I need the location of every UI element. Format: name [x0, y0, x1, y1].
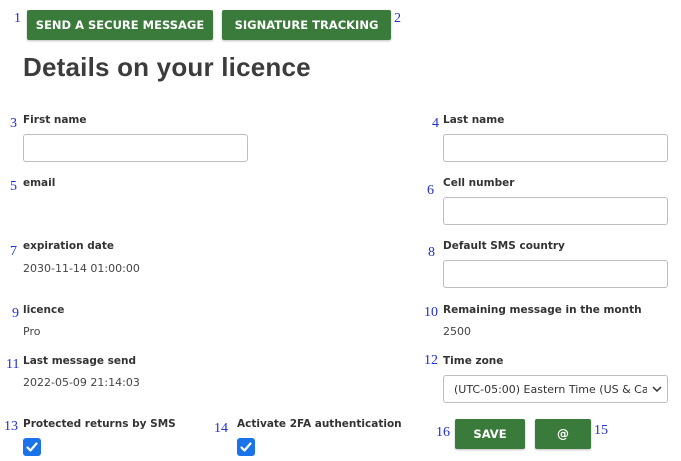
page-title: Details on your licence — [23, 52, 311, 82]
remaining-messages-label: Remaining message in the month — [443, 304, 642, 316]
last-message-send-label: Last message send — [23, 355, 137, 367]
remaining-messages-value: 2500 — [443, 325, 471, 338]
licence-label: licence — [23, 304, 65, 316]
chevron-down-icon — [647, 376, 667, 402]
marker-3: 3 — [10, 116, 17, 131]
activate-2fa-label: Activate 2FA authentication — [237, 418, 402, 430]
expiration-date-label: expiration date — [23, 240, 114, 252]
protected-returns-label: Protected returns by SMS — [23, 418, 176, 430]
at-button[interactable]: @ — [535, 419, 591, 449]
checkmark-icon — [26, 442, 38, 452]
first-name-label: First name — [23, 114, 87, 126]
protected-returns-checkbox[interactable] — [23, 438, 41, 456]
marker-7: 7 — [10, 244, 17, 259]
signature-tracking-button[interactable]: SIGNATURE TRACKING — [222, 10, 391, 40]
checkmark-icon — [240, 442, 252, 452]
marker-14: 14 — [214, 421, 228, 436]
last-message-send-value: 2022-05-09 21:14:03 — [23, 376, 140, 389]
marker-4: 4 — [432, 116, 439, 131]
time-zone-select[interactable]: (UTC-05:00) Eastern Time (US & Canada) — [443, 375, 668, 403]
default-sms-country-label: Default SMS country — [443, 240, 565, 252]
send-secure-message-button[interactable]: SEND A SECURE MESSAGE — [27, 10, 213, 40]
cell-number-label: Cell number — [443, 177, 515, 189]
marker-5: 5 — [10, 179, 17, 194]
marker-13: 13 — [4, 419, 18, 434]
marker-9: 9 — [12, 306, 19, 321]
activate-2fa-checkbox[interactable] — [237, 438, 255, 456]
cell-number-field[interactable] — [443, 197, 668, 225]
marker-2: 2 — [394, 11, 401, 26]
marker-16: 16 — [436, 425, 450, 440]
marker-8: 8 — [428, 245, 435, 260]
licence-value: Pro — [23, 325, 41, 338]
first-name-field[interactable] — [23, 134, 248, 162]
email-label: email — [23, 177, 56, 189]
time-zone-label: Time zone — [443, 355, 504, 367]
marker-10: 10 — [424, 305, 438, 320]
default-sms-country-field[interactable] — [443, 260, 668, 288]
last-name-field[interactable] — [443, 134, 668, 162]
expiration-date-value: 2030-11-14 01:00:00 — [23, 262, 140, 275]
last-name-label: Last name — [443, 114, 505, 126]
marker-6: 6 — [427, 183, 434, 198]
marker-11: 11 — [6, 357, 20, 372]
save-button[interactable]: SAVE — [455, 419, 525, 449]
marker-15: 15 — [594, 423, 608, 438]
marker-12: 12 — [424, 353, 438, 368]
time-zone-selected-value: (UTC-05:00) Eastern Time (US & Canada) — [454, 382, 647, 396]
marker-1: 1 — [14, 11, 21, 26]
